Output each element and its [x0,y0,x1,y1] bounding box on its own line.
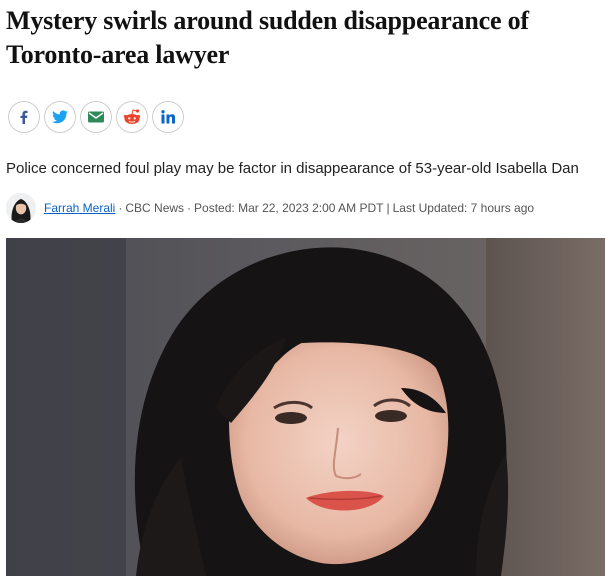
posted-timestamp: Posted: Mar 22, 2023 2:00 AM PDT [194,201,384,215]
article-headline: Mystery swirls around sudden disappearan… [6,6,529,69]
outlet-name: CBC News [125,201,185,215]
share-email-button[interactable] [80,101,112,133]
share-facebook-button[interactable] [8,101,40,133]
byline: Farrah Merali · CBC News · Posted: Mar 2… [6,191,534,225]
linkedin-icon [161,110,175,124]
reddit-icon [123,109,141,124]
share-bar [8,101,184,133]
byline-separator: | [386,201,390,215]
byline-separator: · [187,201,192,215]
email-icon [88,111,104,123]
share-twitter-button[interactable] [44,101,76,133]
byline-separator: · [118,201,123,215]
article-hero-image [6,238,605,576]
twitter-icon [51,110,68,124]
updated-timestamp: Last Updated: 7 hours ago [392,201,535,215]
author-link[interactable]: Farrah Merali [44,201,115,215]
share-linkedin-button[interactable] [152,101,184,133]
share-reddit-button[interactable] [116,101,148,133]
facebook-icon [20,110,28,124]
article-deck: Police concerned foul play may be factor… [6,160,579,177]
author-avatar[interactable] [6,193,36,223]
